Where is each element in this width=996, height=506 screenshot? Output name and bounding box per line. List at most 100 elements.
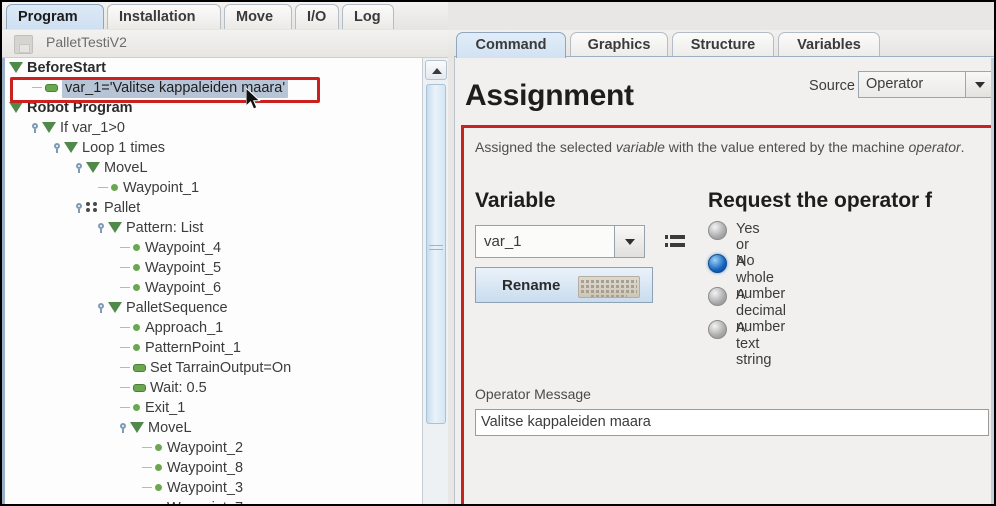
tree-node[interactable]: Exit_1 [5,398,422,418]
program-filename: PalletTestiV2 [46,34,127,50]
tab-label: Structure [690,37,756,53]
tree-node-label: Loop 1 times [82,140,166,157]
scroll-up-icon[interactable] [425,60,447,80]
source-label: Source [809,78,855,94]
node-triangle-icon [130,422,144,434]
tab-command[interactable]: Command [456,32,566,58]
tab-variables[interactable]: Variables [778,32,880,58]
source-dropdown-arrow[interactable] [965,72,993,97]
source-dropdown[interactable]: Operator [858,71,994,98]
tree-node[interactable]: Wait: 0.5 [5,378,422,398]
tree-node-label: PalletSequence [126,300,228,317]
program-panel: Program Installation Move I/O Log PalletTest… [2,2,448,504]
tree-node-label: Waypoint_3 [167,480,244,497]
tree-node[interactable]: Pattern: List [5,218,422,238]
node-triangle-icon [64,142,78,154]
tree-node[interactable]: var_1='Valitse kappaleiden maara' [5,78,422,99]
statement-bar-icon [133,383,146,392]
node-triangle-icon [42,122,56,134]
tree-node[interactable]: Waypoint_6 [5,278,422,298]
tree-node[interactable]: Waypoint_5 [5,258,422,278]
tree-node[interactable]: Waypoint_3 [5,478,422,498]
tree-expand-handle-icon[interactable] [75,202,84,214]
tree-node[interactable]: Waypoint_1 [5,178,422,198]
variable-dropdown-arrow[interactable] [614,226,644,257]
desc-mid: with the value entered by the machine [664,139,909,155]
tab-log[interactable]: Log [342,4,394,29]
tree-expand-handle-icon[interactable] [31,122,40,134]
tree-node[interactable]: Set TarrainOutput=On [5,358,422,378]
tree-expand-handle-icon[interactable] [53,142,62,154]
radio-button-icon[interactable] [708,254,727,273]
tree-node[interactable]: Loop 1 times [5,138,422,158]
tree-node[interactable]: PatternPoint_1 [5,338,422,358]
tab-label: Graphics [587,37,651,53]
save-floppy-icon[interactable] [14,35,33,54]
tree-expand-handle-icon[interactable] [75,162,84,174]
tree-scrollbar[interactable] [422,58,448,504]
waypoint-dot-icon [133,403,140,411]
tab-program[interactable]: Program [6,4,104,29]
tab-structure[interactable]: Structure [672,32,774,58]
tree-node-label: Wait: 0.5 [150,380,207,397]
program-tree[interactable]: BeforeStart var_1='Valitse kappaleiden ma… [5,58,422,504]
waypoint-dot-icon [155,483,162,491]
tree-node-label: Pattern: List [126,220,204,237]
tab-label: Log [354,9,381,25]
pallet-icon [86,202,100,213]
rename-button[interactable]: Rename [475,267,653,303]
tab-graphics[interactable]: Graphics [570,32,668,58]
radio-button-icon[interactable] [708,320,727,339]
tree-node[interactable]: Approach_1 [5,318,422,338]
tab-label: Move [236,9,274,25]
tree-connector-line [31,82,44,93]
tree-node[interactable]: Waypoint_4 [5,238,422,258]
app-window: Program Installation Move I/O Log PalletTest… [0,0,996,506]
operator-message-label: Operator Message [475,386,591,402]
tree-node-label: Approach_1 [145,320,224,337]
tab-label: Installation [119,9,196,25]
scrollbar-thumb[interactable] [426,84,446,424]
tree-node[interactable]: Waypoint_7 [5,498,422,504]
tree-node[interactable]: MoveL [5,158,422,178]
tree-node[interactable]: Pallet [5,198,422,218]
tree-node[interactable]: If var_1>0 [5,118,422,138]
command-content: Assignment Source Operator Assigned the … [454,56,994,504]
tree-expand-handle-icon[interactable] [97,222,106,234]
tab-move[interactable]: Move [224,4,292,29]
chevron-down-icon [975,82,985,88]
variable-dropdown[interactable]: var_1 [475,225,645,258]
tree-expand-handle-icon[interactable] [97,302,106,314]
radio-button-icon[interactable] [708,287,727,306]
tree-node[interactable]: Waypoint_8 [5,458,422,478]
radio-button-icon[interactable] [708,221,727,240]
tree-node-label: Pallet [104,200,141,217]
tree-node[interactable]: MoveL [5,418,422,438]
tree-node[interactable]: PalletSequence [5,298,422,318]
operator-message-input[interactable]: Valitse kappaleiden maara [475,409,989,436]
tree-connector-line [119,242,132,253]
tree-node[interactable]: Waypoint_2 [5,438,422,458]
command-panel: Command Graphics Structure Variables Assign… [448,2,994,504]
statement-bar-icon [133,363,146,372]
panel-edge-strip [991,58,994,504]
waypoint-dot-icon [111,183,118,191]
tab-installation[interactable]: Installation [107,4,221,29]
node-triangle-icon [108,302,122,314]
assignment-form: Assigned the selected variable with the … [467,131,993,503]
chevron-down-icon [625,239,635,245]
tree-node[interactable]: Robot Program [5,98,422,118]
node-triangle-icon [86,162,100,174]
tab-i-o[interactable]: I/O [295,4,339,29]
tree-expand-handle-icon[interactable] [119,422,128,434]
desc-em-operator: operator [908,139,961,155]
tree-node[interactable]: BeforeStart [5,58,422,78]
tree-node-label: Exit_1 [145,400,186,417]
